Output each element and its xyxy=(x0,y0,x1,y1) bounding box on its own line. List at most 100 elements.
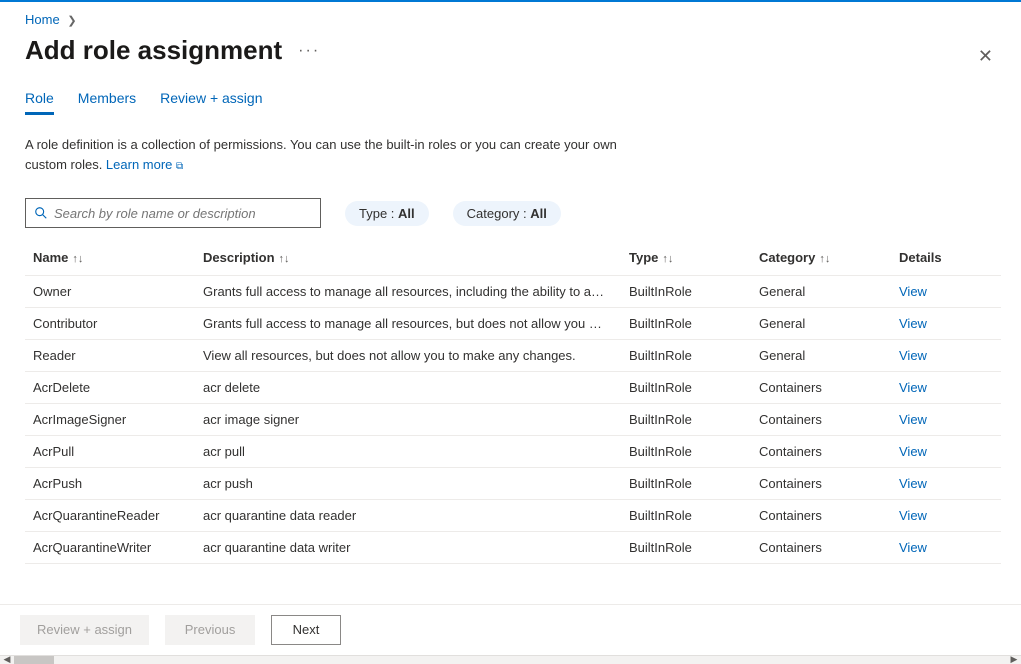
cell-category: General xyxy=(751,276,891,308)
tab-members[interactable]: Members xyxy=(78,90,136,115)
col-name[interactable]: Name↑↓ xyxy=(25,242,195,276)
cell-name: AcrPush xyxy=(25,468,195,500)
chevron-right-icon: ❯ xyxy=(63,15,80,27)
page-title: Add role assignment xyxy=(25,35,282,66)
tab-role[interactable]: Role xyxy=(25,90,54,115)
col-type-label: Type xyxy=(629,250,658,265)
previous-button: Previous xyxy=(165,615,255,645)
breadcrumb-home[interactable]: Home xyxy=(25,12,60,27)
scroll-right-icon[interactable]: ▶ xyxy=(1007,656,1021,664)
col-name-label: Name xyxy=(33,250,68,265)
roles-table: Name↑↓ Description↑↓ Type↑↓ Category↑↓ D… xyxy=(25,242,1001,564)
table-row[interactable]: AcrPushacr pushBuiltInRoleContainersView xyxy=(25,468,1001,500)
cell-description: acr delete xyxy=(195,372,621,404)
table-row[interactable]: AcrImageSigneracr image signerBuiltInRol… xyxy=(25,404,1001,436)
cell-type: BuiltInRole xyxy=(621,532,751,564)
search-input-wrapper[interactable] xyxy=(25,198,321,228)
cell-name: AcrQuarantineWriter xyxy=(25,532,195,564)
view-link[interactable]: View xyxy=(899,348,927,363)
cell-category: Containers xyxy=(751,468,891,500)
sort-icon: ↑↓ xyxy=(275,253,290,265)
table-row[interactable]: AcrQuarantineReaderacr quarantine data r… xyxy=(25,500,1001,532)
description-line-2: custom roles. xyxy=(25,157,106,172)
cell-name: Owner xyxy=(25,276,195,308)
filter-category-label: Category : xyxy=(467,206,531,221)
table-row[interactable]: ReaderView all resources, but does not a… xyxy=(25,340,1001,372)
cell-name: Contributor xyxy=(25,308,195,340)
view-link[interactable]: View xyxy=(899,540,927,555)
view-link[interactable]: View xyxy=(899,508,927,523)
col-description-label: Description xyxy=(203,250,275,265)
cell-category: Containers xyxy=(751,372,891,404)
tab-review[interactable]: Review + assign xyxy=(160,90,262,115)
search-input[interactable] xyxy=(54,206,312,221)
learn-more-link[interactable]: Learn more ⧉ xyxy=(106,157,183,172)
table-row[interactable]: OwnerGrants full access to manage all re… xyxy=(25,276,1001,308)
cell-category: Containers xyxy=(751,404,891,436)
cell-description: acr quarantine data writer xyxy=(195,532,621,564)
description-line-1: A role definition is a collection of per… xyxy=(25,137,617,152)
search-icon xyxy=(34,206,48,220)
breadcrumb: Home ❯ xyxy=(25,2,1001,31)
next-button[interactable]: Next xyxy=(271,615,341,645)
cell-name: AcrImageSigner xyxy=(25,404,195,436)
col-details-label: Details xyxy=(899,250,942,265)
cell-type: BuiltInRole xyxy=(621,436,751,468)
cell-type: BuiltInRole xyxy=(621,500,751,532)
cell-type: BuiltInRole xyxy=(621,372,751,404)
filter-type-label: Type : xyxy=(359,206,398,221)
filter-category[interactable]: Category : All xyxy=(453,201,561,226)
cell-name: AcrQuarantineReader xyxy=(25,500,195,532)
horizontal-scrollbar[interactable]: ◀ ▶ xyxy=(0,655,1021,664)
scrollbar-thumb[interactable] xyxy=(14,656,54,664)
view-link[interactable]: View xyxy=(899,284,927,299)
sort-icon: ↑↓ xyxy=(68,253,83,265)
cell-category: Containers xyxy=(751,532,891,564)
filter-type[interactable]: Type : All xyxy=(345,201,429,226)
cell-category: Containers xyxy=(751,500,891,532)
tabs: Role Members Review + assign xyxy=(25,90,1001,115)
cell-type: BuiltInRole xyxy=(621,308,751,340)
table-row[interactable]: AcrQuarantineWriteracr quarantine data w… xyxy=(25,532,1001,564)
table-row[interactable]: ContributorGrants full access to manage … xyxy=(25,308,1001,340)
wizard-footer: Review + assign Previous Next xyxy=(0,604,1021,655)
cell-type: BuiltInRole xyxy=(621,340,751,372)
cell-description: acr quarantine data reader xyxy=(195,500,621,532)
col-category-label: Category xyxy=(759,250,815,265)
learn-more-label: Learn more xyxy=(106,157,172,172)
close-icon[interactable]: ✕ xyxy=(978,46,993,67)
cell-name: AcrPull xyxy=(25,436,195,468)
table-row[interactable]: AcrDeleteacr deleteBuiltInRoleContainers… xyxy=(25,372,1001,404)
more-actions-icon[interactable]: ··· xyxy=(298,42,320,60)
view-link[interactable]: View xyxy=(899,380,927,395)
cell-category: General xyxy=(751,340,891,372)
cell-description: View all resources, but does not allow y… xyxy=(195,340,621,372)
view-link[interactable]: View xyxy=(899,476,927,491)
view-link[interactable]: View xyxy=(899,412,927,427)
cell-category: Containers xyxy=(751,436,891,468)
sort-icon: ↑↓ xyxy=(658,253,673,265)
cell-type: BuiltInRole xyxy=(621,404,751,436)
filter-category-value: All xyxy=(530,206,547,221)
cell-type: BuiltInRole xyxy=(621,276,751,308)
cell-description: acr image signer xyxy=(195,404,621,436)
cell-description: Grants full access to manage all resourc… xyxy=(195,308,621,340)
cell-name: AcrDelete xyxy=(25,372,195,404)
view-link[interactable]: View xyxy=(899,444,927,459)
review-assign-button: Review + assign xyxy=(20,615,149,645)
cell-description: acr pull xyxy=(195,436,621,468)
page-description: A role definition is a collection of per… xyxy=(25,135,625,174)
col-type[interactable]: Type↑↓ xyxy=(621,242,751,276)
col-description[interactable]: Description↑↓ xyxy=(195,242,621,276)
view-link[interactable]: View xyxy=(899,316,927,331)
filter-type-value: All xyxy=(398,206,415,221)
scroll-left-icon[interactable]: ◀ xyxy=(0,656,14,664)
external-link-icon: ⧉ xyxy=(176,161,183,172)
cell-description: Grants full access to manage all resourc… xyxy=(195,276,621,308)
cell-category: General xyxy=(751,308,891,340)
cell-name: Reader xyxy=(25,340,195,372)
cell-type: BuiltInRole xyxy=(621,468,751,500)
col-category[interactable]: Category↑↓ xyxy=(751,242,891,276)
table-row[interactable]: AcrPullacr pullBuiltInRoleContainers View xyxy=(25,436,1001,468)
sort-icon: ↑↓ xyxy=(815,253,830,265)
